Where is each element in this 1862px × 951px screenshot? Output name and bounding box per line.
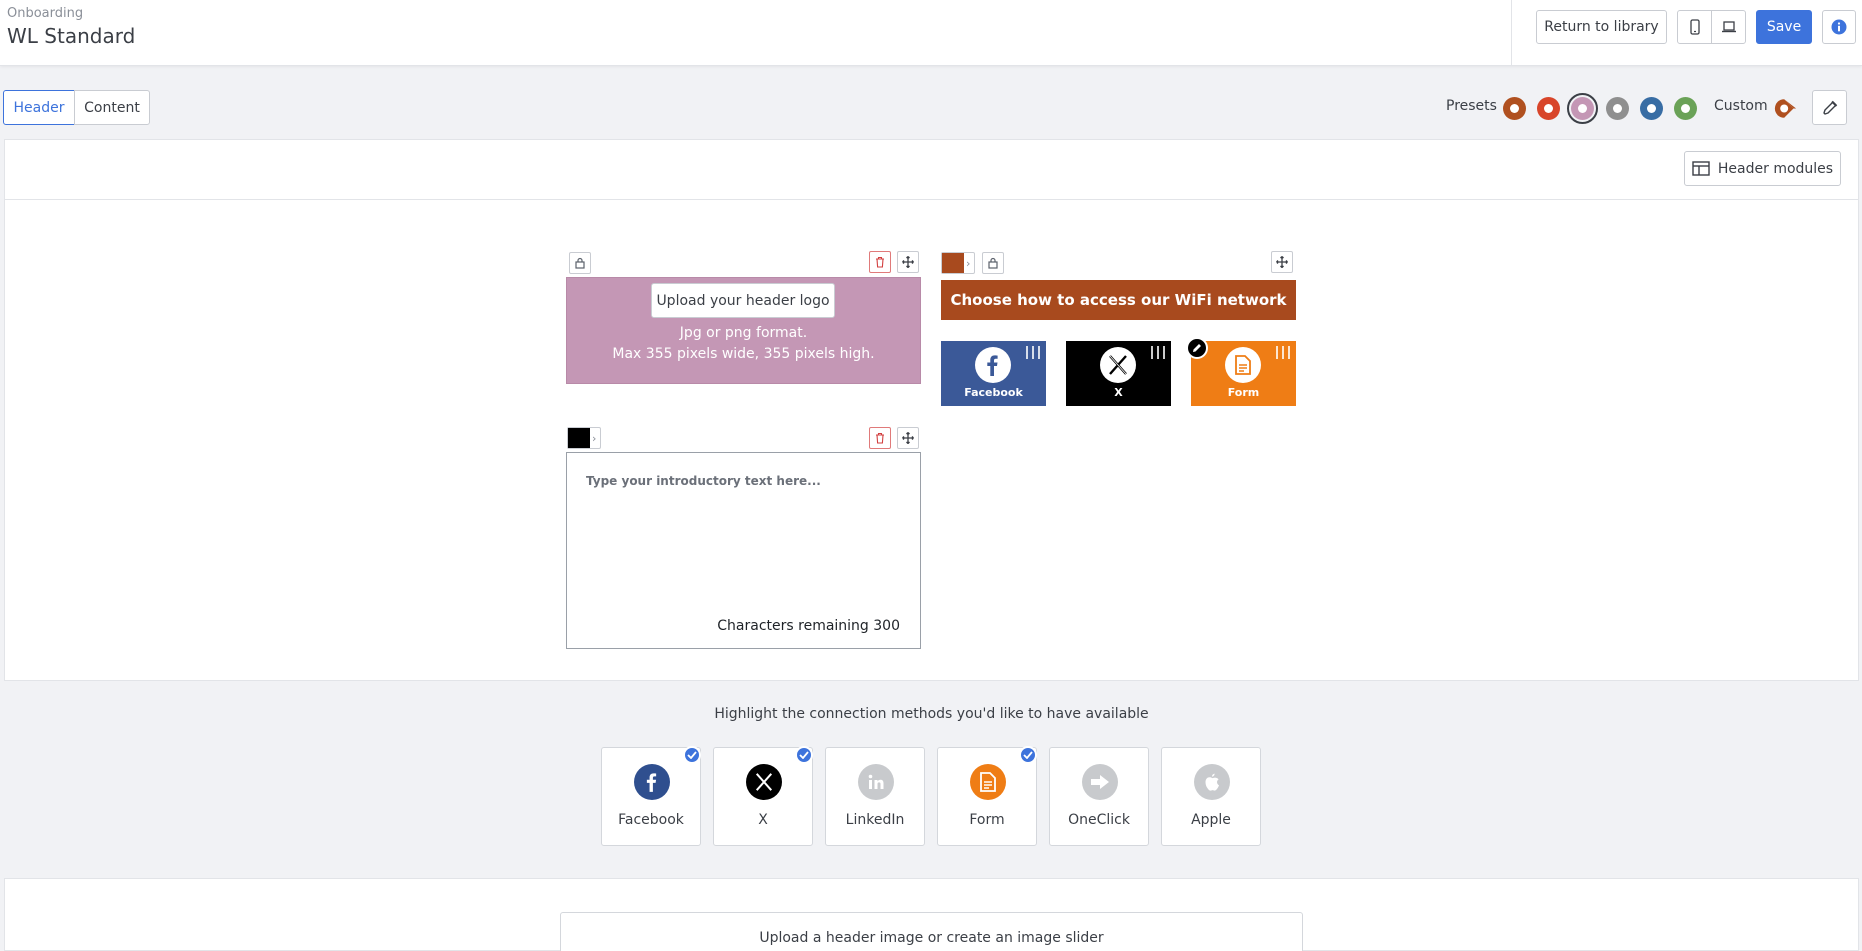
swatch-dot: [1681, 104, 1690, 113]
text-color-picker[interactable]: ›: [567, 427, 601, 449]
social-tile-label: X: [1114, 386, 1123, 399]
laptop-icon: [1721, 21, 1736, 33]
header-image-upload[interactable]: Upload a header image or create an image…: [560, 912, 1303, 951]
lock-icon: [575, 257, 585, 269]
panel-divider: [4, 199, 1859, 200]
access-title-bar[interactable]: Choose how to access our WiFi network: [941, 280, 1296, 320]
move-handle[interactable]: [897, 251, 919, 273]
layout-icon: [1692, 161, 1710, 176]
custom-color-icon: [1774, 99, 1797, 118]
arrow-right-icon: [1082, 764, 1118, 800]
form-icon: [1225, 347, 1261, 383]
intro-text-placeholder: Type your introductory text here...: [586, 474, 821, 488]
access-color-picker[interactable]: ›: [941, 252, 975, 274]
upload-logo-button[interactable]: Upload your header logo: [651, 283, 835, 318]
move-icon: [902, 256, 914, 268]
info-button[interactable]: [1822, 10, 1856, 44]
edit-icon[interactable]: [1186, 337, 1208, 359]
preset-swatch[interactable]: [1537, 97, 1560, 120]
trash-icon: [876, 256, 884, 268]
social-tile-facebook[interactable]: Facebook: [941, 341, 1046, 406]
method-card-facebook[interactable]: Facebook: [601, 746, 701, 846]
preset-swatch[interactable]: [1606, 97, 1629, 120]
connection-methods-heading: Highlight the connection methods you'd l…: [714, 706, 1149, 722]
method-label: Form: [969, 812, 1005, 828]
page-title: WL Standard: [7, 24, 136, 48]
return-to-library-button[interactable]: Return to library: [1536, 10, 1667, 44]
method-card-apple[interactable]: Apple: [1161, 747, 1261, 846]
lock-icon: [988, 257, 998, 269]
info-icon: [1831, 19, 1847, 35]
method-card-linkedin[interactable]: LinkedIn: [825, 747, 925, 846]
social-tile-label: Facebook: [964, 386, 1023, 399]
x-icon: [1100, 347, 1136, 383]
header-modules-label: Header modules: [1717, 160, 1834, 177]
color-fill: [942, 253, 964, 273]
check-icon: [1019, 746, 1037, 764]
method-label: Apple: [1191, 812, 1231, 828]
method-label: OneClick: [1068, 812, 1130, 828]
method-label: Facebook: [618, 812, 684, 828]
save-button[interactable]: Save: [1756, 10, 1812, 44]
preset-swatch[interactable]: [1503, 97, 1526, 120]
drag-grip-icon[interactable]: [1151, 346, 1165, 359]
characters-remaining: Characters remaining 300: [717, 618, 900, 634]
color-fill: [568, 428, 590, 448]
x-icon: [746, 764, 782, 800]
presets-label: Presets: [1446, 98, 1497, 114]
preset-swatch[interactable]: [1674, 97, 1697, 120]
swatch-dot: [1510, 104, 1519, 113]
move-handle[interactable]: [1271, 251, 1293, 273]
lock-button[interactable]: [982, 252, 1004, 274]
desktop-preview-button[interactable]: [1711, 10, 1746, 44]
tab-header[interactable]: Header: [3, 90, 75, 125]
delete-button[interactable]: [869, 427, 891, 449]
check-icon: [795, 746, 813, 764]
check-icon: [683, 746, 701, 764]
method-card-oneclick[interactable]: OneClick: [1049, 747, 1149, 846]
chevron-right-icon: ›: [966, 256, 971, 270]
social-tile-label: Form: [1227, 386, 1260, 399]
tab-content[interactable]: Content: [74, 90, 150, 125]
swatch-dot: [1578, 104, 1587, 113]
breadcrumb[interactable]: Onboarding: [7, 6, 83, 21]
facebook-icon: [975, 347, 1011, 383]
header-image-upload-label: Upload a header image or create an image…: [759, 930, 1104, 946]
mobile-preview-button[interactable]: [1677, 10, 1712, 44]
divider: [1511, 0, 1512, 66]
swatch-dot: [1613, 104, 1622, 113]
method-label: LinkedIn: [845, 812, 905, 828]
drag-grip-icon[interactable]: [1026, 346, 1040, 359]
swatch-dot: [1647, 104, 1656, 113]
trash-icon: [876, 432, 884, 444]
preset-swatch[interactable]: [1567, 93, 1598, 124]
logo-format-note: Jpg or png format.: [679, 325, 808, 341]
mobile-icon: [1689, 19, 1700, 35]
form-icon: [970, 764, 1006, 800]
method-card-form[interactable]: Form: [937, 746, 1037, 846]
move-handle[interactable]: [897, 427, 919, 449]
drag-grip-icon[interactable]: [1276, 346, 1290, 359]
method-card-x[interactable]: X: [713, 746, 813, 846]
method-label: X: [758, 812, 768, 828]
lock-button[interactable]: [569, 252, 591, 274]
header-modules-button[interactable]: Header modules: [1684, 151, 1841, 186]
chevron-right-icon: ›: [592, 431, 597, 445]
linkedin-icon: [858, 764, 894, 800]
custom-color-swatch[interactable]: [1774, 97, 1797, 120]
delete-button[interactable]: [869, 251, 891, 273]
facebook-icon: [634, 764, 670, 800]
apple-icon: [1194, 764, 1230, 800]
move-icon: [1276, 256, 1288, 268]
custom-label: Custom: [1714, 98, 1768, 114]
move-icon: [902, 432, 914, 444]
preset-swatch[interactable]: [1640, 97, 1663, 120]
eyedropper-icon: [1822, 100, 1837, 115]
swatch-dot: [1544, 104, 1553, 113]
social-tile-x[interactable]: X: [1066, 341, 1171, 406]
logo-size-note: Max 355 pixels wide, 355 pixels high.: [612, 346, 875, 362]
eyedropper-button[interactable]: [1812, 90, 1847, 125]
